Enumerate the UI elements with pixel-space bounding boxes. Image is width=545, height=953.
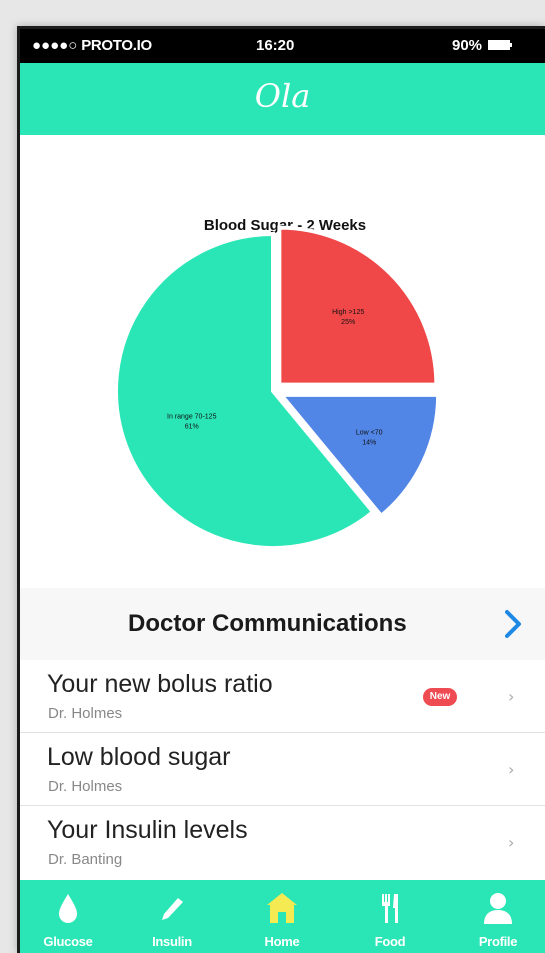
chevron-right-icon: ›: [508, 760, 515, 779]
message-sender: Dr. Banting: [48, 851, 123, 868]
chart-area: Blood Sugar - 2 Weeks High >125 25% Low <7…: [20, 135, 545, 588]
person-icon: [484, 893, 512, 924]
slice-label: Low <70: [356, 429, 383, 436]
signal-icon: ●●●●○: [32, 37, 78, 54]
new-badge: New: [423, 688, 457, 706]
message-title: Low blood sugar: [47, 743, 231, 771]
drop-icon: [59, 894, 77, 923]
nav-bar: Ola: [20, 63, 545, 135]
pen-icon: [162, 898, 183, 920]
chevron-right-icon: ›: [508, 687, 515, 706]
tab-label: Insulin: [152, 934, 192, 949]
status-bar: ●●●●○ PROTO.IO 16:20 90%: [20, 29, 545, 63]
phone-screen: ●●●●○ PROTO.IO 16:20 90% Ola Blood Sugar…: [17, 26, 545, 953]
battery-indicator: 90%: [452, 37, 513, 54]
slice-value-label: 25%: [341, 319, 355, 326]
status-time: 16:20: [256, 37, 295, 54]
tab-profile[interactable]: Profile: [450, 880, 545, 953]
tab-bar: Glucose Insulin Home Food Profile: [20, 880, 545, 953]
utensils-icon: [382, 894, 398, 923]
chevron-right-icon: ›: [508, 833, 515, 852]
tab-home[interactable]: Home: [234, 880, 330, 953]
message-title: Your Insulin levels: [47, 816, 248, 844]
battery-icon: [488, 40, 511, 51]
battery-tip: [510, 43, 513, 48]
tab-label: Food: [374, 934, 406, 949]
message-title: Your new bolus ratio: [47, 670, 273, 698]
tab-label: Glucose: [43, 934, 93, 949]
carrier-name: PROTO.IO: [81, 37, 152, 54]
tab-insulin[interactable]: Insulin: [124, 880, 220, 953]
doctor-communications-header[interactable]: Doctor Communications: [20, 588, 545, 661]
chevron-right-icon[interactable]: [503, 606, 523, 642]
slice-label: High >125: [332, 309, 364, 316]
pie-slice[interactable]: [277, 225, 439, 387]
pie-slices: [114, 225, 441, 550]
slice-value-label: 14%: [362, 439, 376, 446]
message-row[interactable]: Low blood sugar Dr. Holmes ›: [20, 733, 545, 806]
doctor-communications-title: Doctor Communications: [128, 610, 407, 637]
home-icon: [267, 893, 297, 923]
message-row[interactable]: Your Insulin levels Dr. Banting ›: [20, 806, 545, 878]
message-sender: Dr. Holmes: [48, 778, 123, 795]
message-sender: Dr. Holmes: [48, 705, 123, 722]
tab-label: Profile: [478, 934, 518, 949]
tab-food[interactable]: Food: [342, 880, 438, 953]
blood-sugar-pie-chart[interactable]: Blood Sugar - 2 Weeks High >12525%Low <7…: [20, 135, 545, 588]
tab-label: Home: [264, 934, 300, 949]
slice-value-label: 61%: [185, 423, 199, 430]
tab-glucose[interactable]: Glucose: [20, 880, 116, 953]
battery-percent: 90%: [452, 37, 483, 54]
slice-label: In range 70-125: [167, 413, 217, 420]
app-title: Ola: [254, 77, 311, 115]
message-row[interactable]: Your new bolus ratio Dr. Holmes New ›: [20, 660, 545, 733]
carrier-label: ●●●●○ PROTO.IO: [32, 37, 152, 54]
